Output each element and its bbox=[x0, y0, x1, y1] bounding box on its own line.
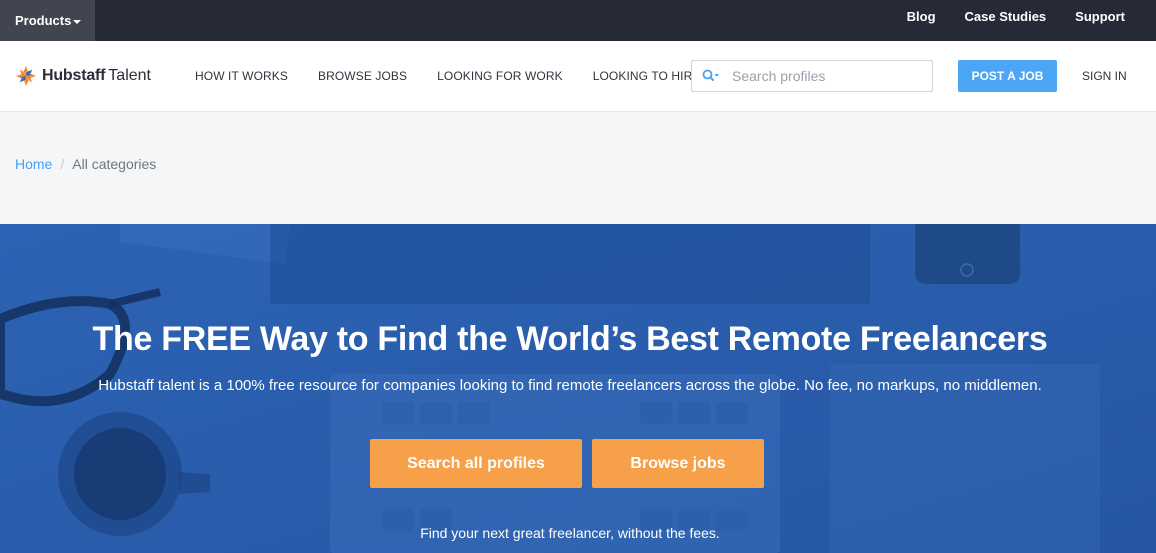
hero-title: The FREE Way to Find the World’s Best Re… bbox=[92, 320, 1048, 358]
breadcrumb-separator: / bbox=[60, 156, 65, 172]
breadcrumb-current: All categories bbox=[72, 156, 157, 172]
search-icon[interactable] bbox=[702, 69, 720, 83]
search-box bbox=[691, 60, 933, 92]
browse-jobs-button[interactable]: Browse jobs bbox=[592, 439, 764, 488]
post-a-job-button[interactable]: POST A JOB bbox=[958, 60, 1057, 92]
top-bar: Products Blog Case Studies Support bbox=[0, 0, 1156, 41]
caret-down-icon bbox=[73, 19, 82, 24]
search-all-profiles-button[interactable]: Search all profiles bbox=[370, 439, 582, 488]
products-label: Products bbox=[15, 13, 72, 28]
breadcrumb: Home / All categories bbox=[15, 156, 156, 172]
products-dropdown[interactable]: Products bbox=[0, 0, 95, 41]
breadcrumb-band: Home / All categories bbox=[0, 112, 1156, 224]
hubstaff-talent-logo[interactable]: Hubstaff Talent bbox=[15, 65, 151, 87]
sign-in-link[interactable]: SIGN IN bbox=[1082, 69, 1127, 83]
browse-jobs-link[interactable]: BROWSE JOBS bbox=[318, 69, 407, 83]
blog-link[interactable]: Blog bbox=[907, 9, 936, 24]
looking-for-work-link[interactable]: LOOKING FOR WORK bbox=[437, 69, 563, 83]
how-it-works-link[interactable]: HOW IT WORKS bbox=[195, 69, 288, 83]
breadcrumb-home-link[interactable]: Home bbox=[15, 156, 52, 172]
support-link[interactable]: Support bbox=[1075, 9, 1125, 24]
search-input[interactable] bbox=[732, 66, 922, 86]
logo-brand-text: Hubstaff bbox=[42, 67, 106, 84]
hero-footnote: Find your next great freelancer, without… bbox=[420, 525, 720, 541]
main-nav: Hubstaff Talent HOW IT WORKS BROWSE JOBS… bbox=[0, 41, 1156, 112]
hero-subtitle: Hubstaff talent is a 100% free resource … bbox=[98, 377, 1042, 394]
logo-icon bbox=[16, 66, 36, 86]
nav-links: HOW IT WORKS BROWSE JOBS LOOKING FOR WOR… bbox=[195, 41, 730, 111]
logo-sub-text: Talent bbox=[108, 67, 151, 84]
looking-to-hire-link[interactable]: LOOKING TO HIRE bbox=[593, 69, 701, 83]
top-links: Blog Case Studies Support bbox=[878, 0, 1125, 33]
case-studies-link[interactable]: Case Studies bbox=[965, 9, 1047, 24]
hero-section: The FREE Way to Find the World’s Best Re… bbox=[0, 224, 1156, 553]
